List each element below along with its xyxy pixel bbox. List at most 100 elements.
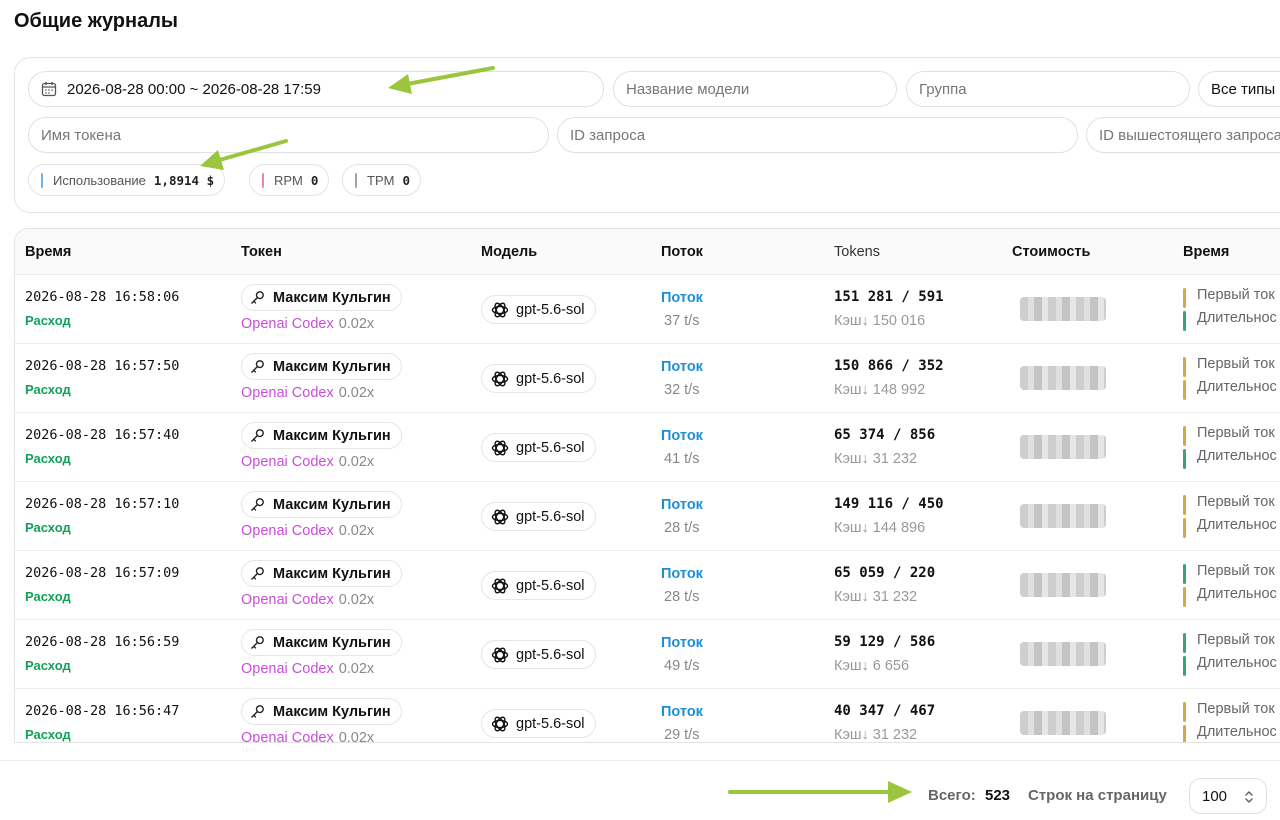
cost-redacted	[1020, 573, 1106, 597]
model-tag[interactable]: gpt-5.6-sol	[481, 709, 596, 738]
group-ratio: 0.02x	[338, 592, 375, 608]
stat-usage-label: Использование	[53, 172, 146, 188]
timing-first-indicator	[1183, 426, 1186, 446]
openai-logo-icon	[491, 509, 509, 524]
table-row[interactable]: 2026-08-28 16:56:47 Расход Максим Кульгин O…	[15, 689, 1280, 743]
model-name-input[interactable]: Название модели	[613, 71, 897, 107]
model-tag[interactable]: gpt-5.6-sol	[481, 502, 596, 531]
group-name: Openai Codex	[241, 730, 334, 743]
token-tag[interactable]: Максим Кульгин	[241, 422, 402, 449]
column-header-time[interactable]: Время	[25, 244, 71, 260]
table-row[interactable]: 2026-08-28 16:58:06 Расход Максим Кульгин O…	[15, 275, 1280, 344]
timing-first-label: Первый ток	[1197, 287, 1275, 303]
model-tag[interactable]: gpt-5.6-sol	[481, 364, 596, 393]
key-icon	[251, 567, 264, 580]
row-type: Расход	[25, 727, 71, 742]
timing-duration: Длительнос	[1183, 448, 1277, 471]
timing-first-token: Первый ток	[1183, 287, 1277, 310]
row-tokens: 65 059 / 220	[834, 565, 936, 581]
timing-first-token: Первый ток	[1183, 563, 1277, 586]
row-group: Openai Codex 0.02x	[241, 385, 374, 401]
table-row[interactable]: 2026-08-28 16:56:59 Расход Максим Кульгин O…	[15, 620, 1280, 689]
cost-redacted	[1020, 642, 1106, 666]
model-tag[interactable]: gpt-5.6-sol	[481, 571, 596, 600]
timing-first-indicator	[1183, 288, 1186, 308]
token-tag[interactable]: Максим Кульгин	[241, 698, 402, 725]
group-name: Openai Codex	[241, 454, 334, 470]
token-tag[interactable]: Максим Кульгин	[241, 560, 402, 587]
row-group: Openai Codex 0.02x	[241, 454, 374, 470]
timing-duration-label: Длительнос	[1197, 655, 1277, 671]
timing-first-indicator	[1183, 633, 1186, 653]
group-name: Openai Codex	[241, 523, 334, 539]
rows-per-page-select[interactable]: 100	[1189, 778, 1267, 814]
upstream-request-id-input[interactable]: ID вышестоящего запроса	[1086, 117, 1280, 153]
stat-usage-value: 1,8914 $	[153, 172, 215, 188]
model-name: gpt-5.6-sol	[516, 439, 585, 456]
timing-first-token: Первый ток	[1183, 425, 1277, 448]
cost-redacted	[1020, 366, 1106, 390]
table-row[interactable]: 2026-08-28 16:57:40 Расход Максим Кульгин O…	[15, 413, 1280, 482]
model-tag[interactable]: gpt-5.6-sol	[481, 295, 596, 324]
timing-duration-label: Длительнос	[1197, 586, 1277, 602]
row-time: 2026-08-28 16:57:09	[25, 565, 180, 581]
column-header-timing[interactable]: Время	[1183, 244, 1229, 260]
token-tag[interactable]: Максим Кульгин	[241, 353, 402, 380]
column-header-tokens[interactable]: Tokens	[834, 244, 880, 260]
group-name: Openai Codex	[241, 316, 334, 332]
token-tag[interactable]: Максим Кульгин	[241, 491, 402, 518]
table-row[interactable]: 2026-08-28 16:57:09 Расход Максим Кульгин O…	[15, 551, 1280, 620]
column-header-stream[interactable]: Поток	[661, 244, 703, 260]
model-tag[interactable]: gpt-5.6-sol	[481, 433, 596, 462]
total-value: 523	[985, 787, 1011, 804]
row-time: 2026-08-28 16:56:59	[25, 634, 180, 650]
stat-tpm-value: 0	[402, 172, 410, 188]
row-cache: Кэш↓ 31 232	[834, 589, 918, 605]
stat-rpm-label: RPM	[274, 172, 303, 188]
timing-duration-label: Длительнос	[1197, 379, 1277, 395]
model-name: gpt-5.6-sol	[516, 508, 585, 525]
date-range-picker[interactable]: 2026-08-28 00:00 ~ 2026-08-28 17:59	[28, 71, 604, 107]
model-tag[interactable]: gpt-5.6-sol	[481, 640, 596, 669]
timing-duration-indicator	[1183, 449, 1186, 469]
timing-first-label: Первый ток	[1197, 494, 1275, 510]
token-name: Максим Кульгин	[273, 496, 391, 513]
token-tag[interactable]: Максим Кульгин	[241, 284, 402, 311]
row-timing: Первый ток Длительнос	[1183, 494, 1277, 540]
row-time: 2026-08-28 16:56:47	[25, 703, 180, 719]
group-ratio: 0.02x	[338, 730, 375, 743]
table-row[interactable]: 2026-08-28 16:57:50 Расход Максим Кульгин O…	[15, 344, 1280, 413]
row-timing: Первый ток Длительнос	[1183, 632, 1277, 678]
total-label: Всего:	[928, 787, 976, 804]
timing-first-label: Первый ток	[1197, 632, 1275, 648]
timing-first-token: Первый ток	[1183, 632, 1277, 655]
model-name: gpt-5.6-sol	[516, 370, 585, 387]
request-id-input[interactable]: ID запроса	[557, 117, 1078, 153]
row-speed: 29 t/s	[664, 727, 700, 743]
column-header-token[interactable]: Токен	[241, 244, 282, 260]
openai-logo-icon	[491, 440, 509, 455]
table-row[interactable]: 2026-08-28 16:57:10 Расход Максим Кульгин O…	[15, 482, 1280, 551]
stat-tpm-label: TPM	[367, 172, 395, 188]
timing-duration-indicator	[1183, 518, 1186, 538]
stream-tag: Поток	[661, 635, 703, 651]
timing-duration-indicator	[1183, 725, 1186, 742]
annotation-arrow-date	[388, 66, 495, 94]
row-cache: Кэш↓ 144 896	[834, 520, 926, 536]
timing-first-label: Первый ток	[1197, 425, 1275, 441]
timing-duration: Длительнос	[1183, 586, 1277, 609]
cost-redacted	[1020, 504, 1106, 528]
row-cache: Кэш↓ 148 992	[834, 382, 926, 398]
timing-first-indicator	[1183, 564, 1186, 584]
openai-logo-icon	[491, 716, 509, 731]
upstream-request-id-placeholder: ID вышестоящего запроса	[1099, 126, 1280, 144]
group-name: Openai Codex	[241, 592, 334, 608]
row-group: Openai Codex 0.02x	[241, 316, 374, 332]
timing-duration-indicator	[1183, 587, 1186, 607]
token-tag[interactable]: Максим Кульгин	[241, 629, 402, 656]
column-header-cost[interactable]: Стоимость	[1012, 244, 1090, 260]
log-type-select[interactable]: Все типы	[1198, 71, 1280, 107]
column-header-model[interactable]: Модель	[481, 244, 537, 260]
group-input[interactable]: Группа	[906, 71, 1190, 107]
group-name: Openai Codex	[241, 661, 334, 677]
